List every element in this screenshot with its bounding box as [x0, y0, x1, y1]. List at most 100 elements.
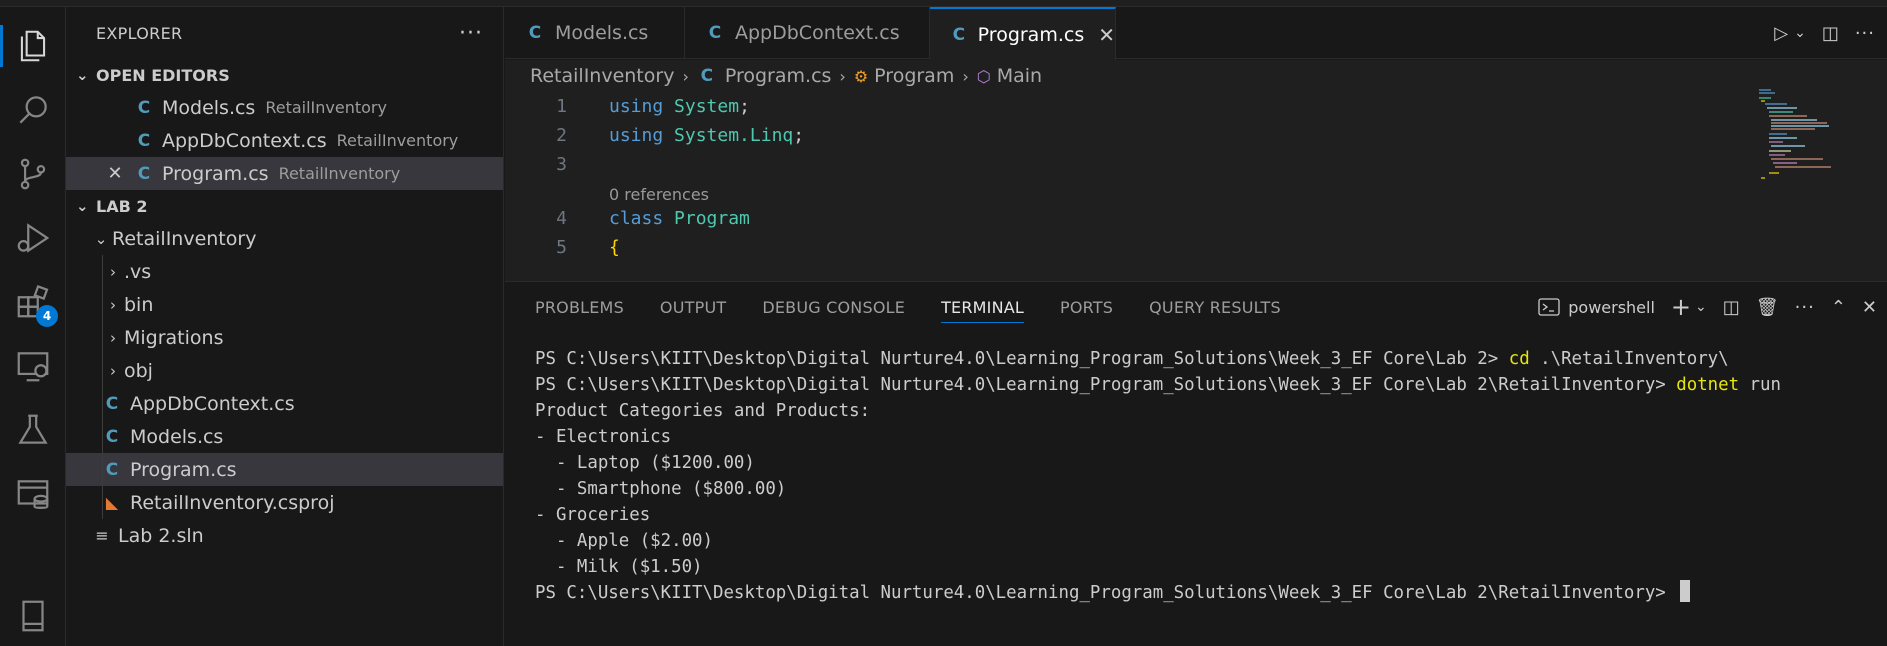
terminal-args: .\RetailInventory\	[1529, 349, 1729, 369]
minimap[interactable]	[1757, 88, 1847, 188]
chevron-down-icon[interactable]: ⌄	[1695, 299, 1707, 315]
new-terminal-icon[interactable]: +	[1671, 293, 1691, 321]
close-icon[interactable]: ✕	[1862, 297, 1877, 318]
close-icon[interactable]: ✕	[104, 163, 126, 184]
open-editor-folder: RetailInventory	[336, 131, 459, 150]
chevron-down-icon[interactable]: ⌄	[1794, 25, 1806, 41]
editor-tab-bar: C Models.cs C AppDbContext.cs C Program.…	[505, 7, 1887, 60]
editor-actions: ▷ ⌄ ◫ ···	[1774, 7, 1887, 59]
tree-item-label: Models.cs	[130, 425, 224, 448]
tree-file-appdbcontext[interactable]: C AppDbContext.cs	[66, 387, 503, 420]
tab-ports[interactable]: PORTS	[1060, 282, 1113, 332]
csharp-file-icon: C	[105, 426, 119, 447]
line-number: 4	[556, 208, 567, 229]
terminal-line: - Laptop ($1200.00)	[535, 453, 755, 473]
open-editor-models[interactable]: C Models.cs RetailInventory	[66, 91, 503, 124]
terminal-line: - Milk ($1.50)	[535, 557, 703, 577]
method-symbol-icon: ⬡	[976, 66, 991, 86]
tree-item-label: .vs	[124, 260, 152, 283]
chevron-right-icon: ›	[110, 262, 116, 281]
chevron-down-icon: ⌄	[94, 229, 108, 248]
more-actions-icon[interactable]: ···	[459, 21, 483, 46]
workspace-label: LAB 2	[96, 196, 148, 216]
csharp-file-icon: C	[708, 23, 722, 43]
close-icon[interactable]: ✕	[1098, 23, 1115, 47]
tab-models[interactable]: C Models.cs	[505, 7, 685, 59]
testing-icon[interactable]	[12, 409, 54, 451]
more-actions-icon[interactable]: ···	[1795, 297, 1815, 318]
search-icon[interactable]	[12, 89, 54, 131]
terminal-line: PS C:\Users\KIIT\Desktop\Digital Nurture…	[535, 372, 1887, 398]
breadcrumb-item[interactable]: Program	[874, 65, 954, 87]
code-namespace: System	[674, 96, 740, 117]
trash-icon[interactable]: 🗑	[1756, 297, 1779, 318]
terminal-cursor	[1680, 580, 1691, 602]
breadcrumb-item[interactable]: Main	[997, 65, 1042, 87]
tree-file-solution[interactable]: ≡ Lab 2.sln	[66, 519, 503, 552]
bottom-panel: PROBLEMS OUTPUT DEBUG CONSOLE TERMINAL P…	[505, 281, 1887, 646]
tree-folder-bin[interactable]: › bin	[66, 288, 503, 321]
tree-folder-migrations[interactable]: › Migrations	[66, 321, 503, 354]
database-icon[interactable]	[12, 473, 54, 515]
terminal-line: PS C:\Users\KIIT\Desktop\Digital Nurture…	[535, 580, 1887, 606]
shell-label: powershell	[1568, 297, 1655, 317]
code-keyword: using	[609, 125, 664, 146]
terminal-line: - Apple ($2.00)	[535, 531, 713, 551]
tab-query-results[interactable]: QUERY RESULTS	[1149, 282, 1281, 332]
tree-file-models[interactable]: C Models.cs	[66, 420, 503, 453]
maximize-panel-icon[interactable]: ⌃	[1831, 297, 1846, 318]
tree-item-label: Migrations	[124, 326, 224, 349]
code-editor[interactable]: RetailInventory › C Program.cs › ⚙ Progr…	[505, 60, 1887, 281]
code-keyword: class	[609, 208, 664, 229]
csharp-file-icon: C	[137, 163, 151, 184]
explorer-icon[interactable]	[0, 25, 54, 67]
open-editor-program[interactable]: ✕ C Program.cs RetailInventory	[66, 157, 503, 190]
breadcrumb-item[interactable]: Program.cs	[725, 65, 832, 87]
split-terminal-icon[interactable]: ◫	[1723, 297, 1740, 318]
line-number: 3	[556, 154, 567, 175]
breadcrumb-item[interactable]: RetailInventory	[530, 65, 674, 87]
rss-file-icon: ◣	[105, 493, 119, 512]
workspace-section[interactable]: ⌄ LAB 2	[66, 190, 503, 222]
open-editors-section[interactable]: ⌄ OPEN EDITORS	[66, 59, 503, 91]
tree-folder-obj[interactable]: › obj	[66, 354, 503, 387]
tree-file-program[interactable]: C Program.cs	[66, 453, 503, 486]
more-actions-icon[interactable]: ···	[1855, 23, 1875, 44]
extensions-icon[interactable]: 4	[12, 281, 58, 327]
tab-debug-console[interactable]: DEBUG CONSOLE	[762, 282, 905, 332]
csharp-file-icon: C	[137, 130, 151, 151]
activity-bar: 4	[0, 7, 66, 646]
split-editor-icon[interactable]: ◫	[1822, 23, 1839, 44]
tab-terminal[interactable]: TERMINAL	[941, 282, 1024, 332]
code-line: 4 class Program	[505, 204, 1887, 233]
terminal-output[interactable]: PS C:\Users\KIIT\Desktop\Digital Nurture…	[505, 332, 1887, 606]
chevron-down-icon: ⌄	[76, 197, 89, 215]
terminal-shell-selector[interactable]: powershell	[1538, 297, 1655, 317]
tree-item-label: obj	[124, 359, 153, 382]
tab-appdbcontext[interactable]: C AppDbContext.cs	[685, 7, 930, 59]
tree-file-csproj[interactable]: ◣ RetailInventory.csproj	[66, 486, 503, 519]
open-editor-filename: Models.cs	[162, 96, 256, 119]
open-editor-appdbcontext[interactable]: C AppDbContext.cs RetailInventory	[66, 124, 503, 157]
panel-actions: powershell + ⌄ ◫ 🗑 ··· ⌃ ✕	[1538, 282, 1887, 332]
tab-output[interactable]: OUTPUT	[660, 282, 726, 332]
tree-folder-retailinventory[interactable]: ⌄ RetailInventory	[66, 222, 503, 255]
code-line: 2 using System.Linq;	[505, 121, 1887, 150]
line-number: 5	[556, 237, 567, 258]
source-control-icon[interactable]	[12, 153, 54, 195]
bookmark-icon[interactable]	[12, 595, 54, 637]
run-icon[interactable]: ▷	[1774, 23, 1788, 44]
panel-tab-bar: PROBLEMS OUTPUT DEBUG CONSOLE TERMINAL P…	[505, 282, 1887, 332]
run-debug-icon[interactable]	[12, 217, 54, 259]
codelens-references[interactable]: 0 references	[505, 179, 1887, 204]
terminal-icon	[1538, 298, 1560, 316]
remote-explorer-icon[interactable]	[12, 345, 54, 387]
tab-problems[interactable]: PROBLEMS	[535, 282, 624, 332]
tab-program[interactable]: C Program.cs ✕	[930, 7, 1116, 60]
tree-folder-vs[interactable]: › .vs	[66, 255, 503, 288]
terminal-line: - Groceries	[535, 505, 651, 525]
chevron-right-icon: ›	[110, 361, 116, 380]
line-number: 2	[556, 125, 567, 146]
code-area[interactable]: 1 using System; 2 using System.Linq; 3 0…	[505, 92, 1887, 262]
chevron-right-icon: ›	[110, 328, 116, 347]
